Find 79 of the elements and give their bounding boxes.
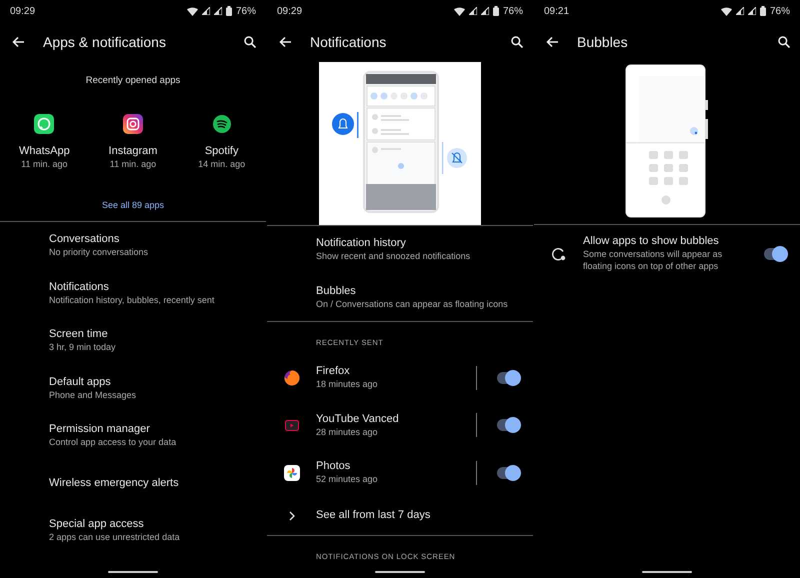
section-heading: Recently opened apps bbox=[86, 74, 180, 87]
setting-subtitle: Phone and Messages bbox=[49, 388, 138, 401]
camera-app-icon bbox=[122, 114, 143, 134]
search-icon bbox=[511, 36, 523, 48]
toggle-switch[interactable] bbox=[764, 248, 786, 260]
app-time: 14 min. ago bbox=[198, 158, 246, 170]
search-icon bbox=[778, 36, 790, 48]
signal-icon bbox=[214, 7, 222, 15]
back-button[interactable] bbox=[279, 36, 291, 48]
setting-title[interactable]: Bubbles bbox=[316, 284, 521, 298]
setting-title[interactable]: Special app access bbox=[49, 518, 254, 532]
status-time: 09:29 bbox=[10, 4, 36, 18]
battery-percent: 76% bbox=[236, 4, 256, 18]
see-all-link[interactable]: See all from last 7 days bbox=[316, 509, 430, 522]
app-name[interactable]: WhatsApp bbox=[18, 144, 70, 158]
setting-subtitle: 2 apps can use unrestricted data bbox=[49, 531, 181, 544]
setting-subtitle: On / Conversations can appear as floating icons bbox=[316, 298, 509, 310]
search-button[interactable] bbox=[511, 36, 523, 48]
back-arrow-icon bbox=[12, 36, 24, 48]
setting-subtitle: Some conversations will appear as floating icons on top of other apps bbox=[583, 248, 724, 272]
fox-globe-icon bbox=[284, 370, 300, 386]
setting-title[interactable]: Notifications bbox=[49, 280, 254, 294]
setting-title[interactable]: Notification history bbox=[316, 237, 521, 250]
screen-title: Bubbles bbox=[577, 32, 629, 52]
signal-icon bbox=[736, 7, 744, 15]
setting-title[interactable]: Screen time bbox=[49, 328, 254, 342]
chat-app-icon bbox=[34, 114, 54, 134]
status-time: 09:29 bbox=[277, 4, 302, 18]
setting-subtitle: Show recent and snoozed notifications bbox=[316, 250, 472, 262]
setting-subtitle: Control app access to your data bbox=[49, 436, 178, 448]
wifi-icon bbox=[186, 6, 198, 16]
setting-title[interactable]: Permission manager bbox=[49, 423, 254, 436]
battery-icon bbox=[760, 6, 766, 16]
wifi-icon bbox=[454, 6, 465, 16]
screen-title: Notifications bbox=[310, 32, 388, 52]
setting-subtitle: No priority conversations bbox=[49, 246, 150, 258]
setting-subtitle: Notification history, bubbles, recently sent bbox=[49, 294, 216, 306]
setting-title: YouTube Vanced bbox=[316, 412, 400, 426]
battery-icon bbox=[226, 6, 232, 16]
music-app-icon bbox=[212, 115, 231, 133]
setting-title[interactable]: Default apps bbox=[49, 376, 254, 389]
screen-title: Apps & notifications bbox=[43, 32, 167, 52]
setting-title[interactable]: Conversations bbox=[49, 233, 254, 246]
toggle-switch[interactable] bbox=[497, 466, 519, 479]
signal-icon bbox=[202, 7, 210, 15]
status-time: 09:21 bbox=[544, 4, 570, 18]
wifi-icon bbox=[720, 6, 732, 16]
bubble-icon bbox=[552, 246, 566, 260]
app-time: 11 min. ago bbox=[21, 158, 68, 170]
setting-title: Photos bbox=[316, 460, 352, 474]
search-button[interactable] bbox=[778, 36, 790, 48]
battery-icon bbox=[492, 6, 499, 16]
back-button[interactable] bbox=[12, 36, 24, 48]
see-all-link[interactable]: See all 89 apps bbox=[102, 199, 164, 211]
toggle-switch[interactable] bbox=[497, 419, 519, 432]
battery-percent: 76% bbox=[502, 4, 523, 18]
back-arrow-icon bbox=[279, 36, 291, 48]
signal-icon bbox=[748, 7, 756, 15]
toggle-switch[interactable] bbox=[497, 372, 519, 384]
signal-icon bbox=[480, 7, 489, 15]
setting-title[interactable]: Wireless emergency alerts bbox=[49, 476, 254, 490]
search-button[interactable] bbox=[244, 36, 256, 48]
setting-subtitle: 18 minutes ago bbox=[316, 378, 379, 390]
play-app-icon bbox=[284, 420, 298, 431]
back-arrow-icon bbox=[546, 36, 558, 48]
setting-subtitle: 52 minutes ago bbox=[316, 473, 379, 486]
app-name[interactable]: Instagram bbox=[108, 144, 158, 158]
setting-title: Firefox bbox=[316, 365, 351, 378]
search-icon bbox=[244, 36, 256, 48]
setting-subtitle: 3 hr, 9 min today bbox=[49, 341, 117, 354]
chevron-right-icon bbox=[288, 510, 294, 520]
app-name[interactable]: Spotify bbox=[204, 144, 238, 158]
setting-subtitle: 28 minutes ago bbox=[316, 426, 379, 438]
battery-percent: 76% bbox=[770, 4, 790, 18]
pinwheel-app-icon bbox=[284, 464, 300, 481]
back-button[interactable] bbox=[546, 36, 558, 48]
signal-icon bbox=[468, 7, 477, 15]
app-time: 11 min. ago bbox=[110, 158, 156, 170]
setting-title: Allow apps to show bubbles bbox=[583, 235, 720, 248]
